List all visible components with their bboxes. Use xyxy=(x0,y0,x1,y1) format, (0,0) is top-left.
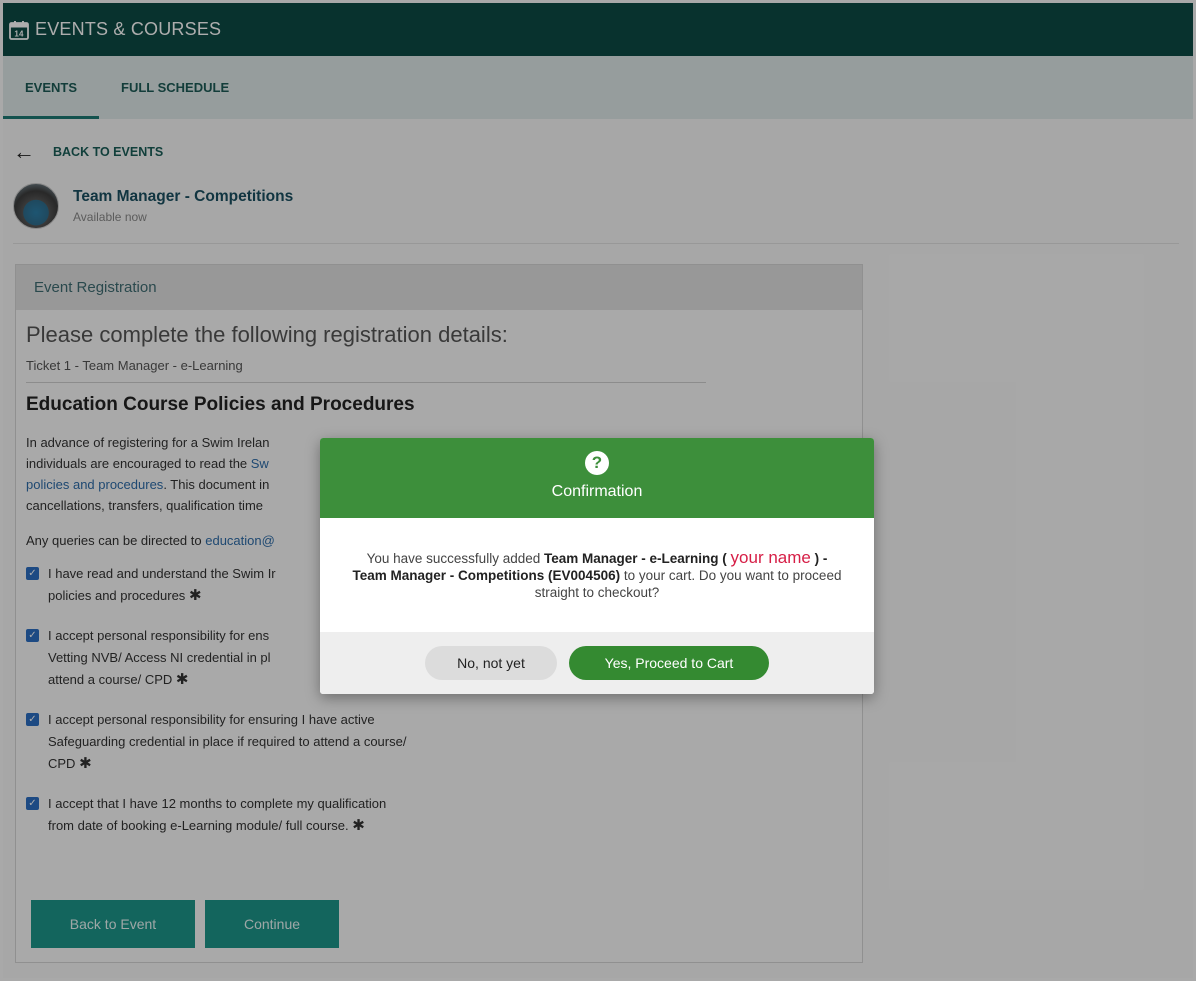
message-ticket: Team Manager - e-Learning ( xyxy=(543,551,727,566)
message-attendee-name: your name xyxy=(730,548,811,567)
proceed-to-cart-button[interactable]: Yes, Proceed to Cart xyxy=(569,646,769,680)
confirmation-dialog: ? Confirmation You have successfully add… xyxy=(320,438,874,694)
dialog-title: Confirmation xyxy=(551,483,643,500)
dialog-header: ? Confirmation xyxy=(320,438,874,518)
question-icon: ? xyxy=(585,451,609,475)
message-text: You have successfully added xyxy=(366,551,544,566)
dialog-message: You have successfully added Team Manager… xyxy=(320,518,874,632)
dialog-actions: No, not yet Yes, Proceed to Cart xyxy=(320,632,874,694)
no-not-yet-button[interactable]: No, not yet xyxy=(425,646,557,680)
app-frame: 14 EVENTS & COURSES EVENTS FULL SCHEDULE… xyxy=(3,3,1193,978)
